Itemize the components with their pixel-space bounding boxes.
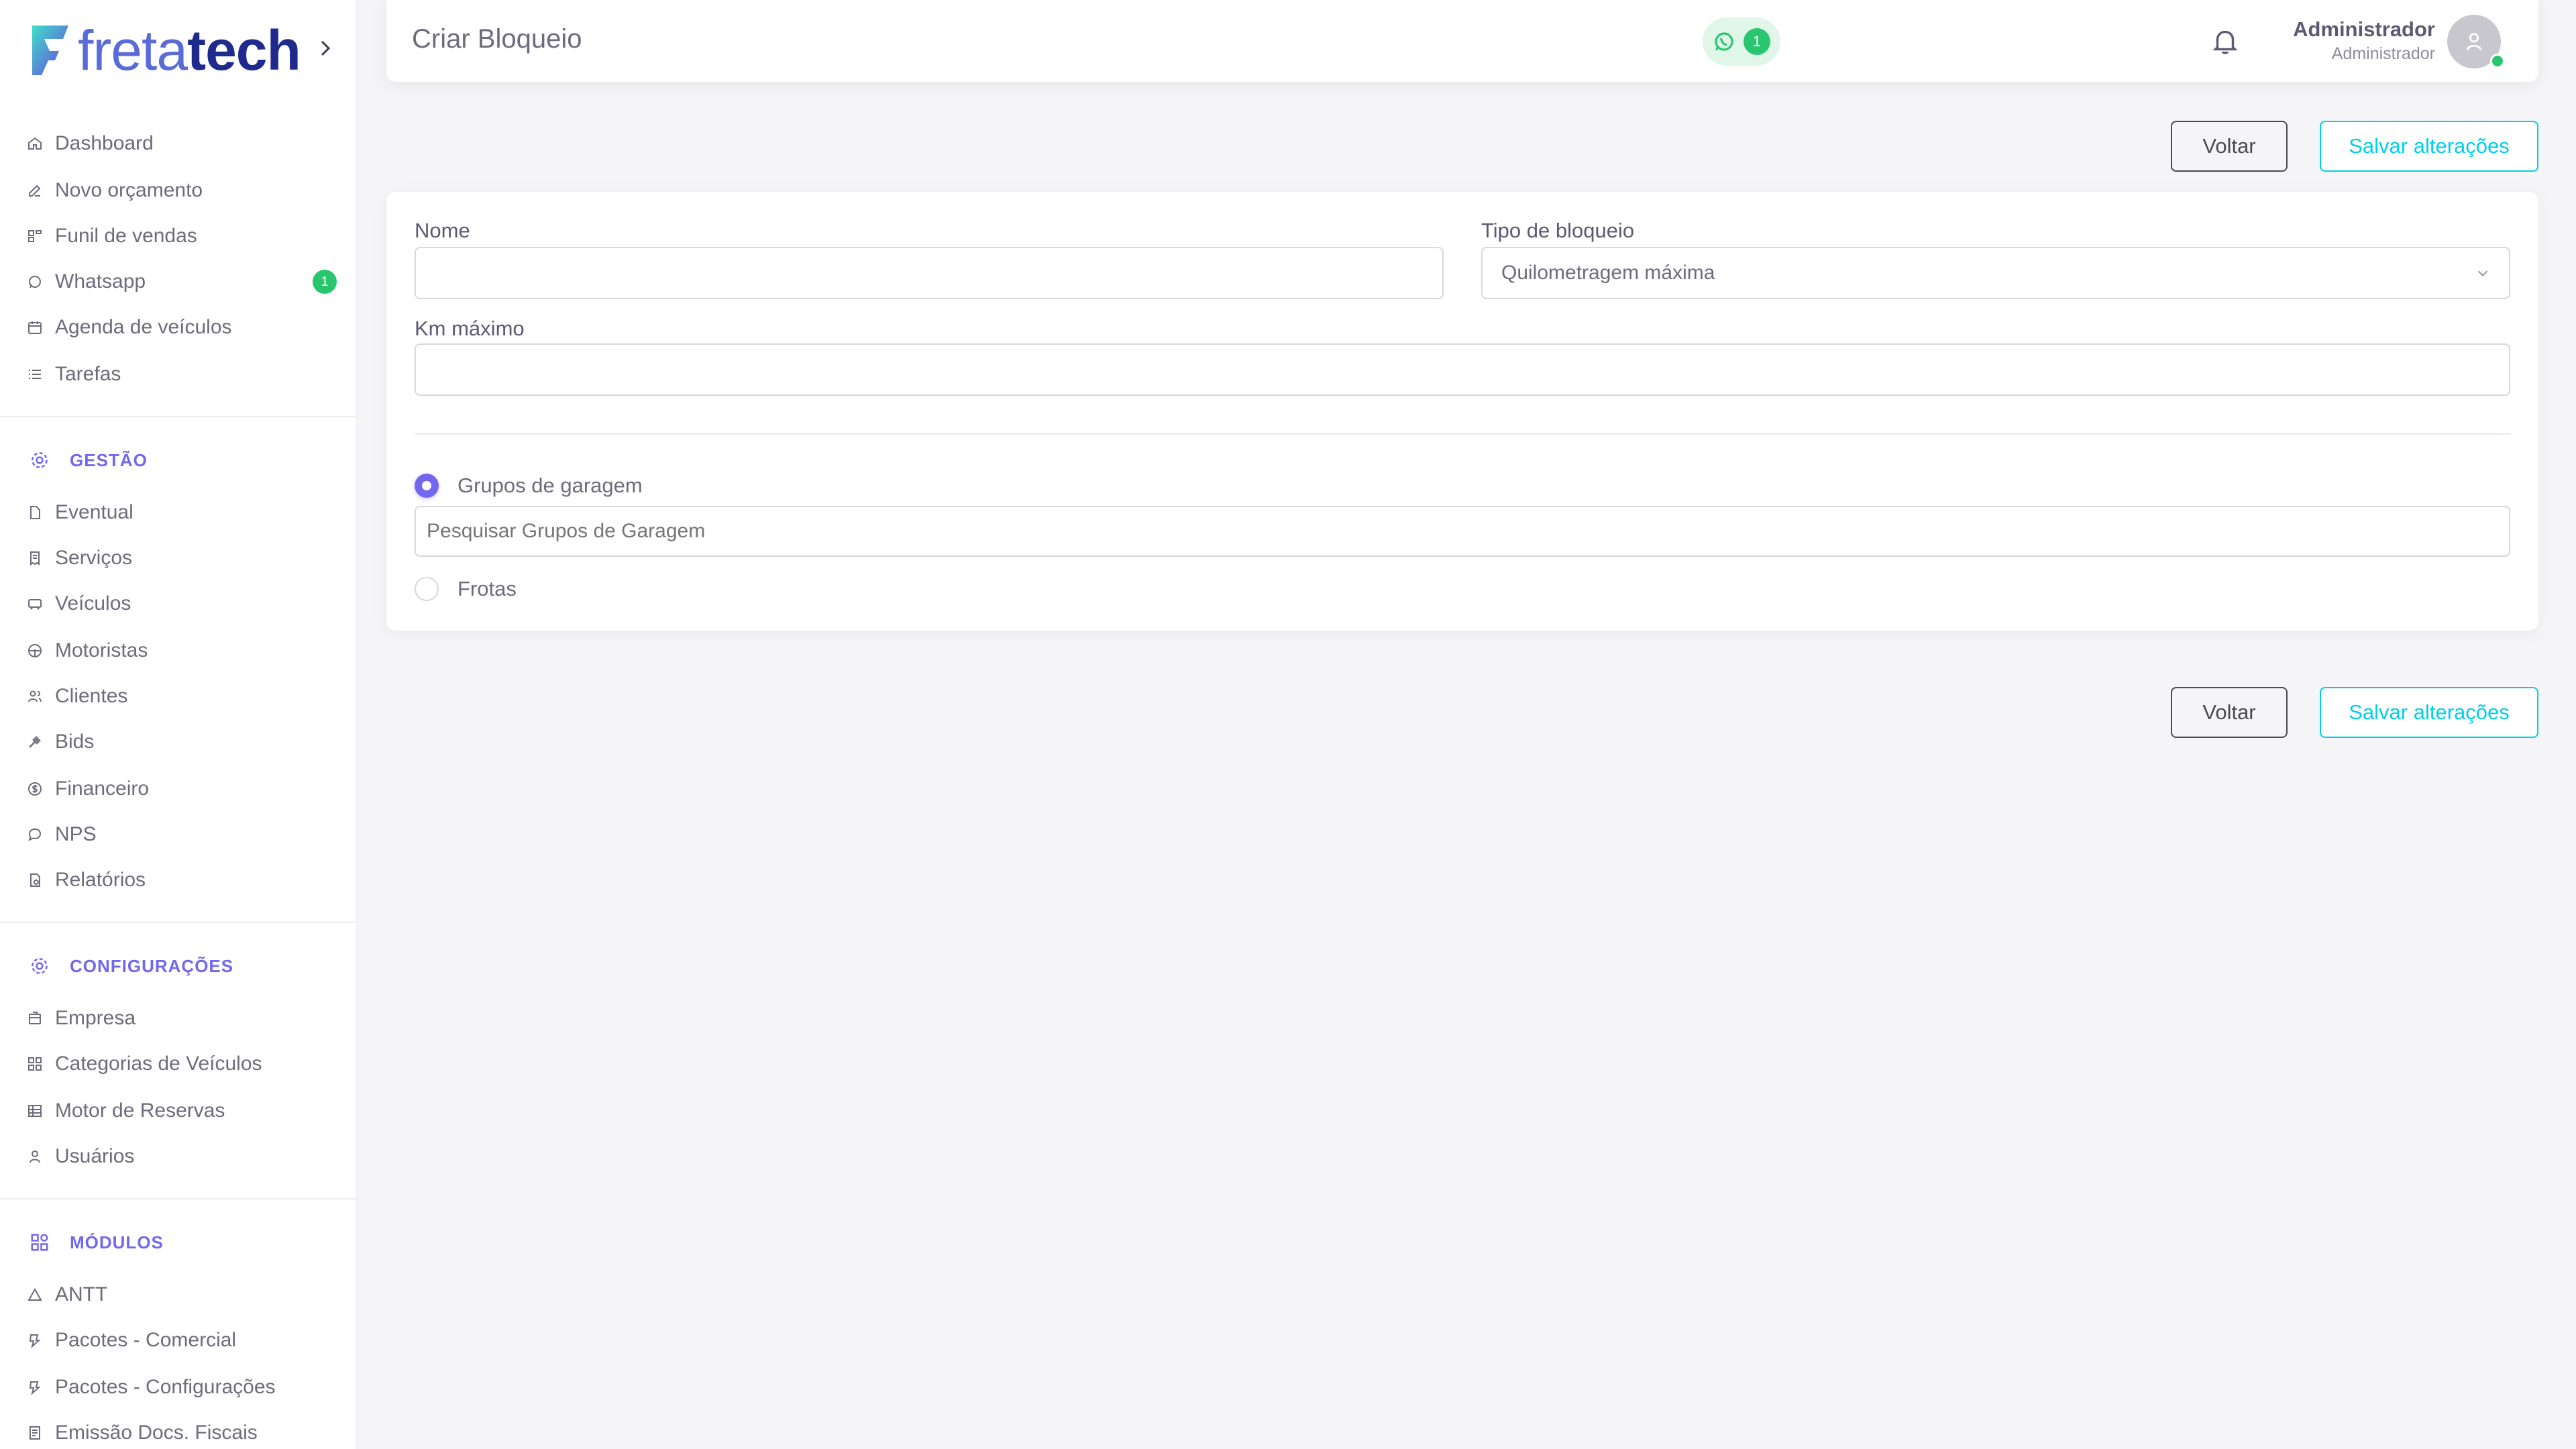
- sidebar-item-usuarios[interactable]: Usuários: [27, 1138, 342, 1175]
- bus-icon: [27, 596, 43, 612]
- sidebar-item-veiculos[interactable]: Veículos: [27, 585, 342, 623]
- triangle-icon: [27, 1287, 43, 1303]
- whatsapp-count-badge: 1: [1743, 28, 1770, 55]
- section-header-configuracoes: CONFIGURAÇÕES: [30, 949, 233, 983]
- chevron-right-icon[interactable]: [315, 35, 335, 62]
- whatsapp-icon: [1715, 32, 1733, 51]
- apps-icon: [30, 1232, 50, 1252]
- sidebar-item-dashboard[interactable]: Dashboard: [27, 125, 342, 162]
- sidebar-item-relatorios[interactable]: Relatórios: [27, 861, 342, 899]
- section-header-gestao: GESTÃO: [30, 443, 148, 477]
- radio-unselected[interactable]: [415, 577, 439, 601]
- tipo-bloqueio-label: Tipo de bloqueio: [1481, 219, 1635, 242]
- sidebar-item-emissao-docs-fiscais[interactable]: Emissão Docs. Fiscais: [27, 1414, 342, 1449]
- sidebar-item-bids[interactable]: Bids: [27, 723, 342, 761]
- funnel-icon: [27, 228, 43, 244]
- sidebar-divider: [0, 1198, 356, 1199]
- whatsapp-button[interactable]: 1: [1703, 17, 1780, 66]
- home-icon: [27, 136, 43, 152]
- sidebar-item-tarefas[interactable]: Tarefas: [27, 356, 342, 393]
- nome-input[interactable]: [415, 247, 1444, 299]
- bell-icon[interactable]: [2210, 25, 2241, 56]
- brand-name: fretatech: [78, 19, 301, 82]
- radio-selected[interactable]: [415, 474, 439, 498]
- search-garage-groups-input[interactable]: [415, 506, 2510, 557]
- gear-icon: [30, 956, 50, 976]
- sidebar-item-servicos[interactable]: Serviços: [27, 539, 342, 577]
- nome-label: Nome: [415, 219, 470, 242]
- brand-logo[interactable]: fretatech: [30, 20, 301, 80]
- user-icon: [27, 1148, 43, 1165]
- tipo-bloqueio-value: Quilometragem máxima: [1501, 262, 1715, 284]
- sidebar-item-funil-de-vendas[interactable]: Funil de vendas: [27, 217, 342, 255]
- online-status-dot: [2490, 54, 2505, 68]
- package-icon: [27, 1379, 43, 1395]
- users-icon: [27, 688, 43, 704]
- sidebar-item-motoristas[interactable]: Motoristas: [27, 632, 342, 669]
- back-button-bottom[interactable]: Voltar: [2171, 687, 2288, 738]
- sidebar-item-eventual[interactable]: Eventual: [27, 494, 342, 531]
- save-button-bottom[interactable]: Salvar alterações: [2320, 687, 2538, 738]
- sidebar-item-antt[interactable]: ANTT: [27, 1276, 342, 1313]
- receipt-icon: [27, 550, 43, 566]
- sidebar-item-nps[interactable]: NPS: [27, 816, 342, 853]
- radio-frotas[interactable]: Frotas: [415, 574, 517, 604]
- grid-icon: [27, 1056, 43, 1072]
- user-role: Administrador: [2331, 44, 2435, 63]
- sidebar-item-pacotes-comercial[interactable]: Pacotes - Comercial: [27, 1322, 342, 1359]
- sidebar-item-agenda-de-veiculos[interactable]: Agenda de veículos: [27, 309, 342, 346]
- calendar-icon: [27, 319, 43, 335]
- report-icon: [27, 872, 43, 888]
- document-icon: [27, 1425, 43, 1441]
- edit-icon: [27, 182, 43, 199]
- gavel-icon: [27, 734, 43, 750]
- sidebar-divider: [0, 416, 356, 417]
- form-divider: [415, 433, 2510, 435]
- user-icon: [2466, 33, 2482, 51]
- building-icon: [27, 1010, 43, 1026]
- save-button[interactable]: Salvar alterações: [2320, 121, 2538, 172]
- table-icon: [27, 1103, 43, 1119]
- steering-wheel-icon: [27, 643, 43, 659]
- sidebar-item-clientes[interactable]: Clientes: [27, 678, 342, 715]
- top-navbar: Criar Bloqueio 1 Administrador Administr…: [386, 0, 2538, 82]
- block-form-card: Nome Tipo de bloqueio Quilometragem máxi…: [386, 192, 2538, 631]
- dollar-icon: [27, 781, 43, 797]
- sidebar-item-pacotes-configuracoes[interactable]: Pacotes - Configurações: [27, 1368, 342, 1406]
- sidebar-divider: [0, 922, 356, 923]
- logo-mark-icon: [32, 25, 68, 75]
- sidebar-item-motor-de-reservas[interactable]: Motor de Reservas: [27, 1092, 342, 1130]
- back-button[interactable]: Voltar: [2171, 121, 2288, 172]
- tipo-bloqueio-select[interactable]: Quilometragem máxima: [1481, 247, 2510, 299]
- gear-icon: [30, 450, 50, 470]
- sidebar-item-empresa[interactable]: Empresa: [27, 1000, 342, 1037]
- km-maximo-input[interactable]: [415, 343, 2510, 396]
- file-icon: [27, 504, 43, 521]
- sidebar-item-categorias-de-veiculos[interactable]: Categorias de Veículos: [27, 1045, 342, 1083]
- whatsapp-badge: 1: [313, 270, 337, 294]
- sidebar-item-financeiro[interactable]: Financeiro: [27, 770, 342, 808]
- whatsapp-icon: [27, 274, 43, 290]
- sidebar: fretatech Dashboard Novo orçamento Funil…: [0, 0, 357, 1449]
- package-icon: [27, 1332, 43, 1348]
- list-icon: [27, 366, 43, 382]
- sidebar-item-whatsapp[interactable]: Whatsapp 1: [27, 263, 342, 301]
- chevron-down-icon: [2477, 270, 2488, 276]
- chat-icon: [27, 826, 43, 843]
- page-title: Criar Bloqueio: [412, 24, 582, 54]
- sidebar-item-novo-orcamento[interactable]: Novo orçamento: [27, 172, 342, 209]
- user-name[interactable]: Administrador: [2293, 17, 2435, 42]
- section-header-modulos: MÓDULOS: [30, 1226, 164, 1259]
- km-maximo-label: Km máximo: [415, 317, 525, 340]
- radio-grupos-de-garagem[interactable]: Grupos de garagem: [415, 471, 643, 500]
